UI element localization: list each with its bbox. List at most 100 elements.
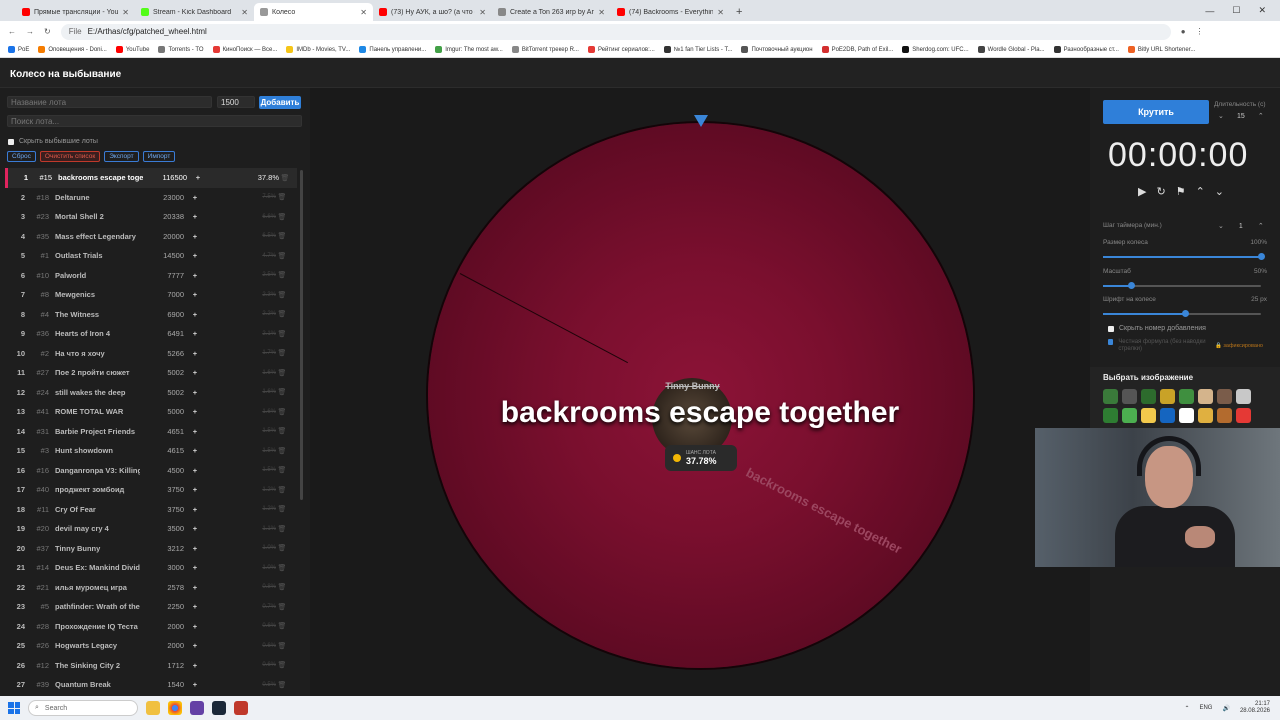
delete-icon[interactable]: 🗑 xyxy=(276,388,288,396)
lot-amount[interactable]: 7777 xyxy=(140,271,184,280)
slider-knob[interactable] xyxy=(1181,310,1189,317)
slider-knob[interactable] xyxy=(1257,253,1265,260)
lot-row[interactable]: 16 #16 Danganronpa V3: Killing 4500 +1.5% 🗑 xyxy=(5,461,297,481)
chevron-up-icon[interactable]: ⌃ xyxy=(1258,112,1264,120)
reset-button[interactable]: Сброс xyxy=(7,151,36,162)
bookmark-item[interactable]: Wordle Global - Pla... xyxy=(977,46,1045,53)
file-explorer-icon[interactable] xyxy=(146,701,160,715)
image-thumbnail[interactable] xyxy=(1160,408,1175,423)
browser-tab[interactable]: Stream - Kick Dashboard ✕ xyxy=(135,3,254,21)
lot-amount[interactable]: 2000 xyxy=(140,641,184,650)
add-amount-icon[interactable]: + xyxy=(184,446,206,455)
delete-icon[interactable]: 🗑 xyxy=(276,681,288,689)
lot-amount[interactable]: 6900 xyxy=(140,310,184,319)
close-tab-icon[interactable]: ✕ xyxy=(717,8,724,17)
lot-amount[interactable]: 4651 xyxy=(140,427,184,436)
taskbar-search[interactable]: ⌕ Search xyxy=(28,700,138,716)
lot-amount-input[interactable]: 1500 xyxy=(217,96,255,108)
bookmark-item[interactable]: YouTube xyxy=(115,46,149,53)
slider-knob[interactable] xyxy=(1127,282,1135,289)
delete-icon[interactable]: 🗑 xyxy=(276,642,288,650)
add-amount-icon[interactable]: + xyxy=(184,349,206,358)
image-thumbnail[interactable] xyxy=(1141,408,1156,423)
delete-icon[interactable]: 🗑 xyxy=(276,232,288,240)
bookmark-icon[interactable]: ⚑ xyxy=(1176,185,1186,198)
lot-amount[interactable]: 20000 xyxy=(140,232,184,241)
lot-amount[interactable]: 5002 xyxy=(140,368,184,377)
bookmark-item[interactable]: IMDb - Movies, TV... xyxy=(286,46,350,53)
maximize-icon[interactable]: ☐ xyxy=(1232,5,1240,16)
lot-row[interactable]: 15 #3 Hunt showdown 4615 +1.5% 🗑 xyxy=(5,441,297,461)
lot-name-input[interactable]: Название лота xyxy=(7,96,212,108)
lot-amount[interactable]: 2250 xyxy=(140,602,184,611)
lang-indicator[interactable]: ENG xyxy=(1199,705,1212,711)
lot-row[interactable]: 5 #1 Outlast Trials 14500 +4.7% 🗑 xyxy=(5,246,297,266)
lot-amount[interactable]: 20338 xyxy=(140,212,184,221)
image-thumbnail[interactable] xyxy=(1122,389,1137,404)
delete-icon[interactable]: 🗑 xyxy=(276,330,288,338)
lot-row[interactable]: 8 #4 The Witness 6900 +2.2% 🗑 xyxy=(5,305,297,325)
lot-amount[interactable]: 7000 xyxy=(140,290,184,299)
add-amount-icon[interactable]: + xyxy=(184,485,206,494)
delete-icon[interactable]: 🗑 xyxy=(276,466,288,474)
lot-row[interactable]: 10 #2 На что я хочу 5266 +1.7% 🗑 xyxy=(5,344,297,364)
delete-icon[interactable]: 🗑 xyxy=(276,252,288,260)
lot-row[interactable]: 9 #36 Hearts of Iron 4 6491 +2.1% 🗑 xyxy=(5,324,297,344)
lot-amount[interactable]: 3212 xyxy=(140,544,184,553)
bookmark-item[interactable]: Рейтинг сериалов:... xyxy=(587,46,655,53)
delete-icon[interactable]: 🗑 xyxy=(276,525,288,533)
lot-row[interactable]: 20 #37 Tinny Bunny 3212 +1.0% 🗑 xyxy=(5,539,297,559)
add-amount-icon[interactable]: + xyxy=(184,310,206,319)
image-thumbnail[interactable] xyxy=(1160,389,1175,404)
add-amount-icon[interactable]: + xyxy=(184,622,206,631)
image-thumbnail[interactable] xyxy=(1179,389,1194,404)
bookmark-item[interactable]: Панель управлени... xyxy=(359,46,426,53)
lot-amount[interactable]: 2000 xyxy=(140,622,184,631)
bookmark-item[interactable]: Imgur: The most aw... xyxy=(435,46,503,53)
bookmark-item[interactable]: Разнообразные ст... xyxy=(1053,46,1119,53)
add-amount-icon[interactable]: + xyxy=(184,388,206,397)
lot-row[interactable]: 25 #26 Hogwarts Legacy 2000 +0.6% 🗑 xyxy=(5,636,297,656)
bookmark-item[interactable]: Bitly URL Shortener... xyxy=(1127,46,1195,53)
export-button[interactable]: Экспорт xyxy=(104,151,139,162)
font-slider[interactable] xyxy=(1103,310,1261,317)
lot-amount[interactable]: 5266 xyxy=(140,349,184,358)
url-field[interactable]: File E:/Arthas/cfg/patched_wheel.html xyxy=(60,23,1171,40)
delete-icon[interactable]: 🗑 xyxy=(276,369,288,377)
lot-amount[interactable]: 5000 xyxy=(140,407,184,416)
lot-row[interactable]: 22 #21 илья муромец игра 2578 +0.8% 🗑 xyxy=(5,578,297,598)
image-thumbnail[interactable] xyxy=(1198,408,1213,423)
chrome-icon[interactable] xyxy=(168,701,182,715)
add-amount-icon[interactable]: + xyxy=(184,524,206,533)
volume-icon[interactable]: 🔊 xyxy=(1222,705,1229,712)
lot-amount[interactable]: 3500 xyxy=(140,524,184,533)
lot-row[interactable]: 4 #35 Mass effect Legendary 20000 +6.5% 🗑 xyxy=(5,227,297,247)
lot-amount[interactable]: 1712 xyxy=(140,661,184,670)
browser-tab[interactable]: Create a Ton 263 игр by Artho ✕ xyxy=(492,3,611,21)
image-thumbnail[interactable] xyxy=(1103,389,1118,404)
lot-amount[interactable]: 4615 xyxy=(140,446,184,455)
lot-row[interactable]: 12 #24 still wakes the deep 5002 +1.6% 🗑 xyxy=(5,383,297,403)
image-thumbnail[interactable] xyxy=(1217,408,1232,423)
fair-formula-toggle[interactable]: Честная формула (без наводки стрелки) xyxy=(1108,339,1218,353)
delete-icon[interactable]: 🗑 xyxy=(276,661,288,669)
scale-slider[interactable] xyxy=(1103,282,1261,289)
checkbox[interactable] xyxy=(1108,339,1114,345)
delete-icon[interactable]: 🗑 xyxy=(276,291,288,299)
timer-step-stepper[interactable]: ⌄ 1 ⌃ xyxy=(1218,222,1264,231)
lot-row[interactable]: 19 #20 devil may cry 4 3500 +1.1% 🗑 xyxy=(5,519,297,539)
add-amount-icon[interactable]: + xyxy=(184,661,206,670)
restart-icon[interactable]: ↻ xyxy=(1156,185,1165,198)
add-amount-icon[interactable]: + xyxy=(184,368,206,377)
delete-icon[interactable]: 🗑 xyxy=(276,544,288,552)
add-amount-icon[interactable]: + xyxy=(184,232,206,241)
bookmark-item[interactable]: Torrents - TO xyxy=(158,46,204,53)
delete-icon[interactable]: 🗑 xyxy=(276,564,288,572)
add-amount-icon[interactable]: + xyxy=(184,680,206,689)
reload-icon[interactable]: ↻ xyxy=(44,27,51,36)
bookmark-item[interactable]: КиноПоиск — Все... xyxy=(212,46,277,53)
close-window-icon[interactable]: ✕ xyxy=(1258,5,1266,16)
lot-row[interactable]: 18 #11 Cry Of Fear 3750 +1.2% 🗑 xyxy=(5,500,297,520)
chevron-down-icon[interactable]: ⌄ xyxy=(1218,112,1224,120)
add-amount-icon[interactable]: + xyxy=(184,407,206,416)
